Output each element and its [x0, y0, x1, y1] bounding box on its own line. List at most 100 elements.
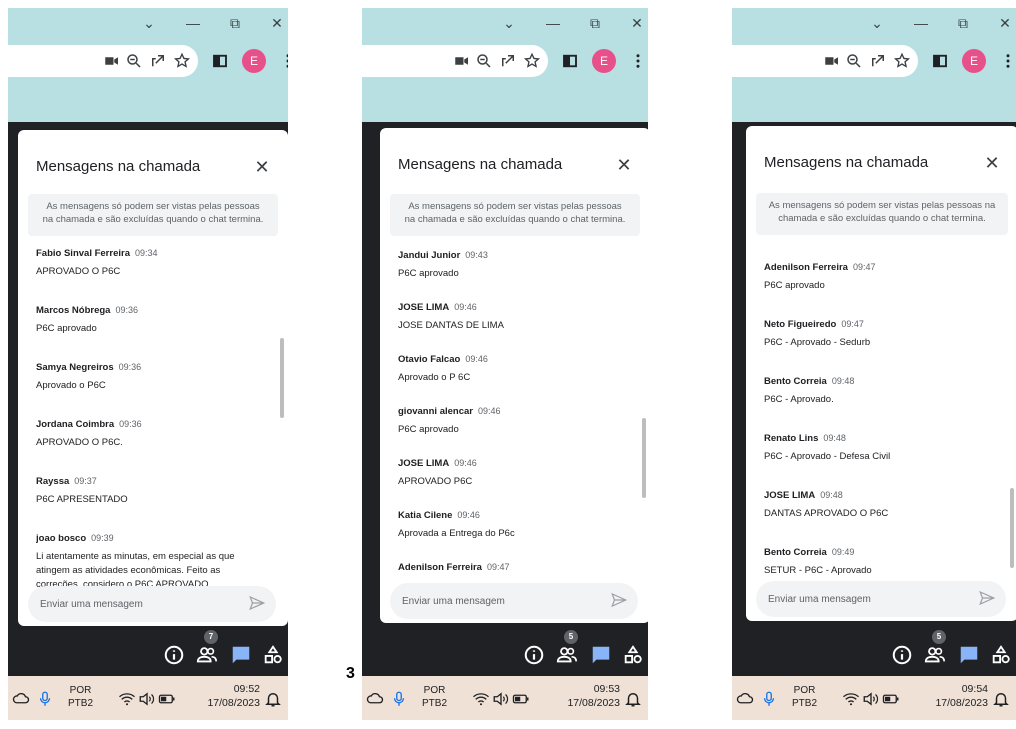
zoom-icon[interactable] [844, 51, 864, 71]
message-input[interactable] [402, 592, 582, 610]
meet-header [732, 84, 1016, 122]
notification-bell-icon[interactable] [264, 690, 282, 707]
camera-icon[interactable] [822, 51, 842, 71]
notification-bell-icon[interactable] [992, 690, 1010, 707]
message-scrollbar[interactable] [642, 418, 646, 498]
info-icon[interactable] [163, 644, 185, 666]
activities-icon[interactable] [622, 644, 644, 666]
input-language-indicator[interactable]: POR PTB2 [792, 684, 817, 710]
chat-panel: Mensagens na chamada ✕ As mensagens só pod… [746, 126, 1016, 621]
bookmark-star-icon[interactable] [522, 51, 542, 71]
activities-icon[interactable] [262, 644, 284, 666]
people-icon[interactable] [196, 644, 218, 666]
close-chat-icon[interactable]: ✕ [252, 157, 272, 177]
message-input-box[interactable] [756, 581, 1006, 617]
cloud-icon[interactable] [366, 690, 384, 706]
close-window-icon[interactable]: ✕ [626, 12, 648, 34]
battery-icon[interactable] [882, 690, 900, 706]
message-text: P6C aprovado [36, 323, 97, 334]
chevron-down-icon[interactable]: ⌄ [138, 12, 160, 34]
message-input-box[interactable] [28, 586, 276, 622]
input-language-indicator[interactable]: POR PTB2 [422, 684, 447, 710]
microphone-icon[interactable] [390, 690, 408, 706]
chat-message: Renato Lins 09:48 P6C - Aprovado - Defesa … [764, 433, 996, 464]
message-input-box[interactable] [390, 583, 638, 619]
volume-icon[interactable] [492, 690, 510, 706]
share-icon[interactable] [148, 51, 168, 71]
chat-icon[interactable] [230, 644, 252, 666]
more-menu-icon[interactable] [998, 51, 1016, 71]
side-panel-icon[interactable] [210, 51, 230, 71]
chevron-down-icon[interactable]: ⌄ [498, 12, 520, 34]
notification-bell-icon[interactable] [624, 690, 642, 707]
volume-icon[interactable] [138, 690, 156, 706]
input-language-indicator[interactable]: POR PTB2 [68, 684, 93, 710]
cloud-icon[interactable] [736, 690, 754, 706]
battery-icon[interactable] [158, 690, 176, 706]
address-bar[interactable] [732, 45, 918, 77]
send-icon[interactable] [248, 594, 268, 614]
message-scrollbar[interactable] [1010, 488, 1014, 568]
people-icon[interactable] [924, 644, 946, 666]
zoom-icon[interactable] [124, 51, 144, 71]
address-bar[interactable] [8, 45, 198, 77]
profile-avatar[interactable]: E [242, 49, 266, 73]
camera-icon[interactable] [102, 51, 122, 71]
message-time: 09:37 [74, 476, 97, 486]
restore-icon[interactable]: ⧉ [224, 12, 246, 34]
message-input[interactable] [768, 590, 948, 608]
message-input[interactable] [40, 595, 220, 613]
taskbar-clock[interactable]: 09:54 17/08/2023 [916, 682, 988, 710]
profile-avatar[interactable]: E [592, 49, 616, 73]
close-window-icon[interactable]: ✕ [266, 12, 288, 34]
close-chat-icon[interactable]: ✕ [982, 153, 1002, 173]
share-icon[interactable] [868, 51, 888, 71]
minimize-icon[interactable]: — [542, 12, 564, 34]
message-text: P6C - Aprovado - Defesa Civil [764, 451, 891, 462]
close-window-icon[interactable]: ✕ [994, 12, 1016, 34]
message-time: 09:47 [841, 319, 864, 329]
send-icon[interactable] [978, 589, 998, 609]
close-chat-icon[interactable]: ✕ [614, 155, 634, 175]
chat-message: joao bosco 09:39 Li atentamente as minutas… [36, 533, 266, 588]
battery-icon[interactable] [512, 690, 530, 706]
windows-taskbar: POR PTB2 09:54 17/08/2023 [732, 676, 1016, 720]
profile-avatar[interactable]: E [962, 49, 986, 73]
bookmark-star-icon[interactable] [172, 51, 192, 71]
minimize-icon[interactable]: — [182, 12, 204, 34]
chat-icon[interactable] [958, 644, 980, 666]
people-icon[interactable] [556, 644, 578, 666]
message-sender: Rayssa [36, 476, 70, 487]
meet-header [8, 84, 288, 122]
taskbar-clock[interactable]: 09:53 17/08/2023 [548, 682, 620, 710]
wifi-icon[interactable] [842, 690, 860, 706]
info-icon[interactable] [891, 644, 913, 666]
restore-icon[interactable]: ⧉ [584, 12, 606, 34]
message-text: Aprovada a Entrega do P6c [398, 528, 515, 539]
zoom-icon[interactable] [474, 51, 494, 71]
camera-icon[interactable] [452, 51, 472, 71]
side-panel-icon[interactable] [930, 51, 950, 71]
cloud-icon[interactable] [12, 690, 30, 706]
minimize-icon[interactable]: — [910, 12, 932, 34]
message-sender-line: Adenilson Ferreira 09:47 [398, 562, 628, 573]
more-menu-icon[interactable] [628, 51, 648, 71]
side-panel-icon[interactable] [560, 51, 580, 71]
microphone-icon[interactable] [36, 690, 54, 706]
volume-icon[interactable] [862, 690, 880, 706]
more-menu-icon[interactable] [278, 51, 288, 71]
restore-icon[interactable]: ⧉ [952, 12, 974, 34]
activities-icon[interactable] [990, 644, 1012, 666]
taskbar-clock[interactable]: 09:52 17/08/2023 [188, 682, 260, 710]
bookmark-star-icon[interactable] [892, 51, 912, 71]
address-bar[interactable] [362, 45, 548, 77]
send-icon[interactable] [610, 591, 630, 611]
wifi-icon[interactable] [118, 690, 136, 706]
microphone-icon[interactable] [760, 690, 778, 706]
share-icon[interactable] [498, 51, 518, 71]
info-icon[interactable] [523, 644, 545, 666]
chat-icon[interactable] [590, 644, 612, 666]
wifi-icon[interactable] [472, 690, 490, 706]
chevron-down-icon[interactable]: ⌄ [866, 12, 888, 34]
message-scrollbar[interactable] [280, 338, 284, 418]
